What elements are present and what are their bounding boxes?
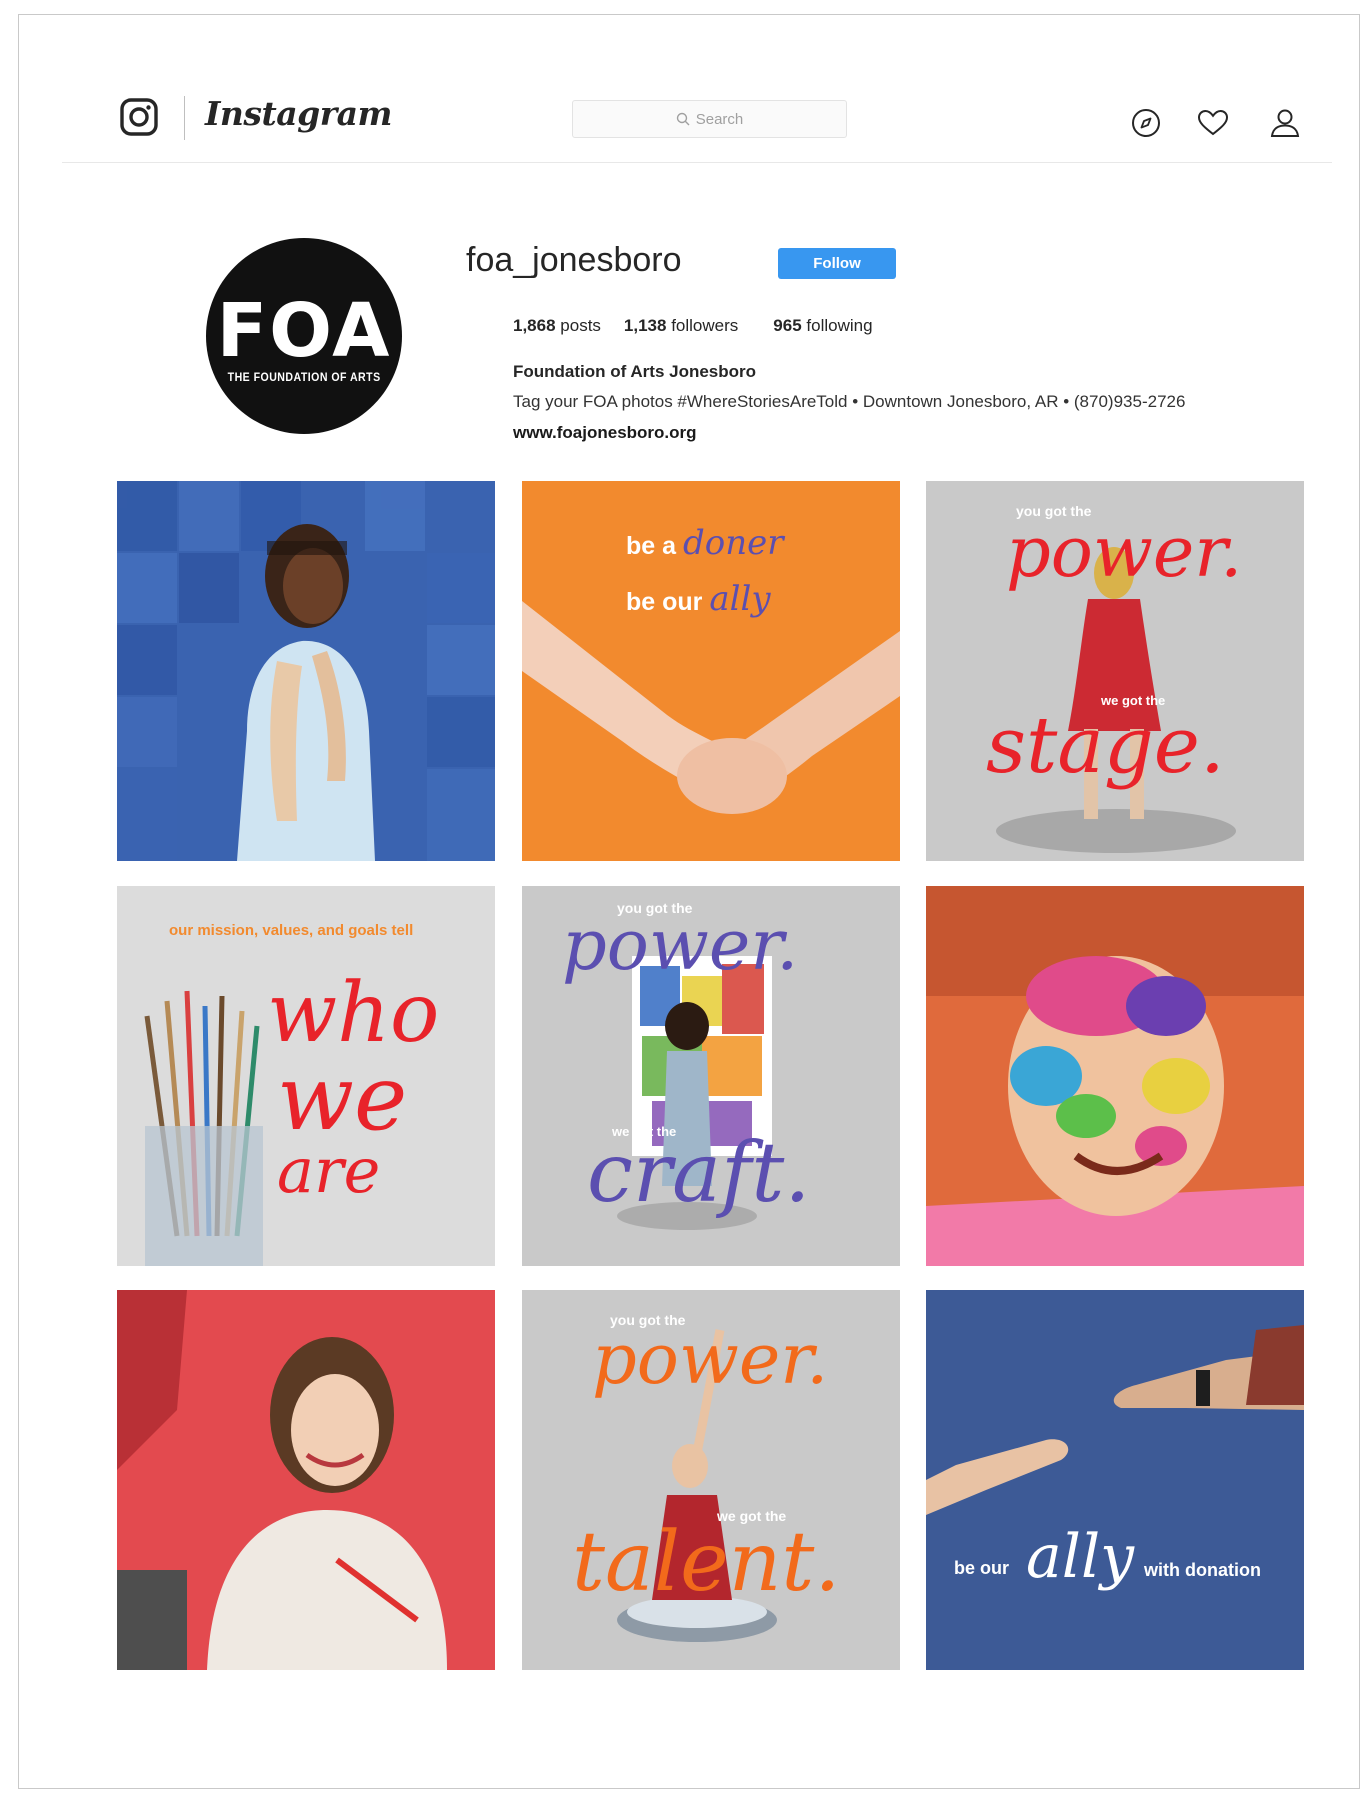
avatar-logo-subtitle: THE FOUNDATION OF ARTS: [227, 372, 381, 384]
caption-script: doner: [682, 523, 784, 563]
avatar-logo-mark: FOA: [216, 288, 392, 374]
caption-script: power.: [562, 904, 799, 986]
profile-username: foa_jonesboro: [466, 241, 682, 279]
post-thumbnail[interactable]: [117, 1290, 495, 1670]
smiling-woman-photo: [117, 1290, 495, 1670]
header-divider: [184, 96, 185, 140]
caption-script: ally: [1026, 1522, 1135, 1592]
instagram-glyph-icon[interactable]: [120, 98, 158, 136]
posts-label: posts: [560, 316, 601, 335]
post-thumbnail[interactable]: [117, 481, 495, 861]
post-caption-line: be a doner: [626, 523, 784, 563]
post-thumbnail[interactable]: you got the power. we got the talent.: [522, 1290, 900, 1670]
post-thumbnail[interactable]: you got the power. we got the craft.: [522, 886, 900, 1266]
caption-text: with donation: [1144, 1560, 1261, 1580]
caption-script: power.: [592, 1318, 829, 1400]
profile-full-name: Foundation of Arts Jonesboro: [513, 362, 757, 381]
search-icon: [676, 112, 690, 126]
instagram-wordmark[interactable]: Instagram: [205, 94, 392, 133]
caption-script: ally: [709, 579, 771, 619]
search-placeholder: Search: [695, 110, 744, 128]
caption-script: power.: [1006, 511, 1243, 593]
caption-text: be a: [626, 532, 677, 560]
reaching-hands-graphic: [926, 1290, 1304, 1670]
posts-stat: 1,868 posts: [513, 316, 601, 336]
caption-small: our mission, values, and goals tell: [169, 922, 414, 939]
followers-count: 1,138: [623, 316, 667, 335]
caption-script: talent.: [572, 1515, 841, 1610]
face-paint-child-photo: [926, 886, 1304, 1266]
search-input[interactable]: Search: [572, 100, 847, 138]
post-thumbnail[interactable]: be our ally with donation: [926, 1290, 1304, 1670]
person-icon[interactable]: [1268, 106, 1302, 140]
post-caption-line: be our ally: [626, 579, 771, 619]
dancer-photo: [117, 481, 495, 861]
profile-bio: Tag your FOA photos #WhereStoriesAreTold…: [513, 392, 1186, 411]
follow-button[interactable]: Follow: [778, 248, 896, 279]
caption-script: are: [277, 1134, 381, 1207]
post-thumbnail[interactable]: our mission, values, and goals tell who …: [117, 886, 495, 1266]
caption-script: craft.: [587, 1126, 811, 1221]
caption-script: stage.: [986, 701, 1225, 791]
profile-stats: 1,868 posts 1,138 followers 965 followin…: [513, 316, 896, 336]
followers-stat[interactable]: 1,138 followers: [624, 316, 738, 336]
profile-avatar[interactable]: FOA THE FOUNDATION OF ARTS: [206, 238, 402, 434]
heart-icon[interactable]: [1196, 106, 1230, 140]
post-thumbnail[interactable]: you got the power. we got the stage.: [926, 481, 1304, 861]
post-thumbnail[interactable]: [926, 886, 1304, 1266]
post-thumbnail[interactable]: be a doner be our ally: [522, 481, 900, 861]
caption-text: be our: [954, 1558, 1010, 1578]
followers-label: followers: [671, 316, 739, 335]
following-label: following: [806, 316, 873, 335]
compass-icon[interactable]: [1129, 106, 1163, 140]
profile-website-link[interactable]: www.foajonesboro.org: [513, 423, 697, 443]
following-count: 965: [773, 316, 802, 335]
caption-text: be our: [626, 588, 703, 616]
posts-count: 1,868: [513, 316, 556, 335]
following-stat[interactable]: 965 following: [773, 316, 872, 336]
